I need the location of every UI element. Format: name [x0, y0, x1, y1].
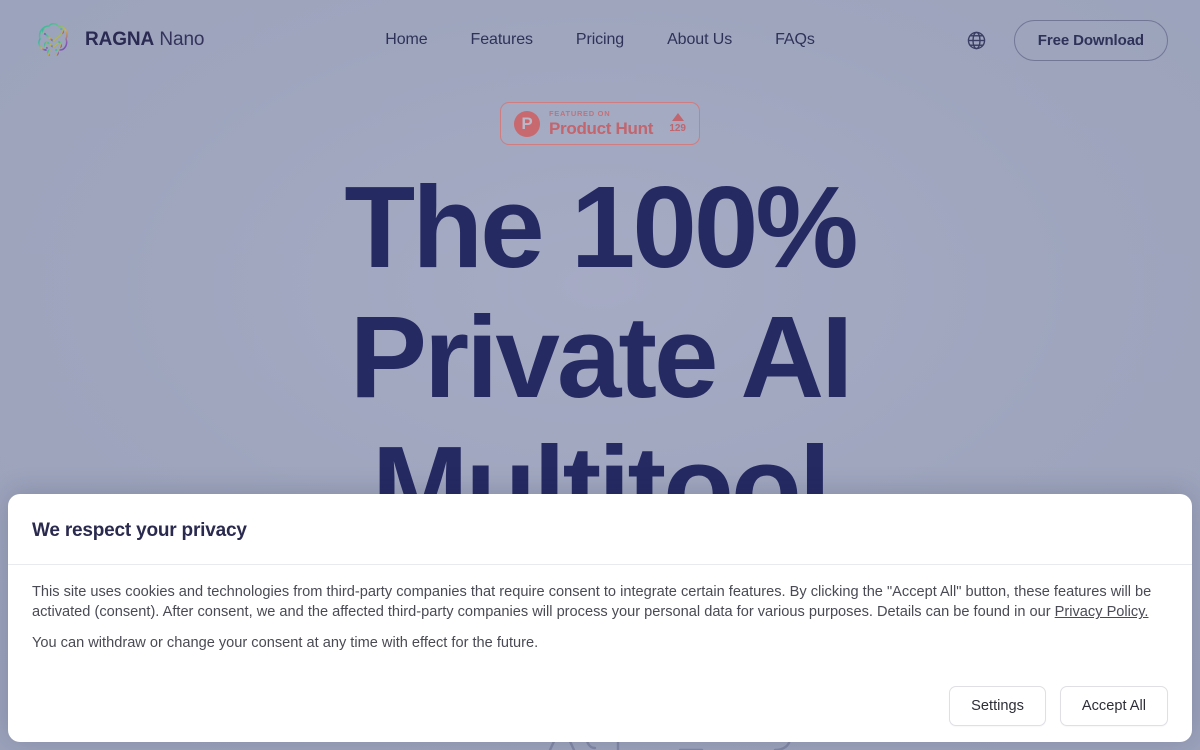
- product-hunt-upvote-count: 129: [669, 123, 686, 134]
- nav-item-home[interactable]: Home: [385, 31, 427, 49]
- free-download-button[interactable]: Free Download: [1013, 19, 1168, 61]
- product-hunt-logo-icon: P: [514, 110, 540, 137]
- cookie-settings-button[interactable]: Settings: [949, 686, 1046, 726]
- brand-name-bold: RAGNA: [85, 29, 155, 50]
- brand-logo-link[interactable]: RAGNA Nano: [32, 19, 332, 61]
- nav-item-pricing[interactable]: Pricing: [576, 31, 624, 49]
- brand-name: RAGNA Nano: [85, 29, 204, 51]
- privacy-policy-link[interactable]: Privacy Policy.: [1055, 604, 1149, 620]
- globe-icon[interactable]: [966, 29, 988, 51]
- product-hunt-name: Product Hunt: [549, 118, 654, 138]
- cookie-banner-body: This site uses cookies and technologies …: [32, 565, 1168, 686]
- cookie-banner-title: We respect your privacy: [32, 520, 247, 541]
- cookie-banner-paragraph-2: You can withdraw or change your consent …: [32, 635, 539, 652]
- cookie-banner-paragraph-1: This site uses cookies and technologies …: [32, 582, 1152, 622]
- nav-item-faqs[interactable]: FAQs: [775, 31, 815, 49]
- product-hunt-badge[interactable]: P FEATURED ON Product Hunt 129: [500, 102, 700, 145]
- product-hunt-upvotes: 129: [669, 113, 686, 134]
- header-right-actions: Free Download: [868, 19, 1168, 61]
- product-hunt-texts: FEATURED ON Product Hunt: [549, 110, 660, 137]
- cookie-banner-actions: Settings Accept All: [32, 686, 1168, 742]
- brain-tree-logo-icon: [38, 23, 68, 56]
- nav-item-features[interactable]: Features: [471, 31, 533, 49]
- triangle-up-icon: [671, 113, 684, 121]
- product-hunt-featured-label: FEATURED ON: [549, 109, 611, 119]
- cookie-consent-banner: We respect your privacy This site uses c…: [8, 494, 1192, 742]
- cookie-accept-all-button[interactable]: Accept All: [1059, 686, 1168, 726]
- main-navigation: Home Features Pricing About Us FAQs: [332, 31, 868, 49]
- nav-item-about-us[interactable]: About Us: [667, 31, 732, 49]
- site-header: RAGNA Nano Home Features Pricing About U…: [0, 0, 1200, 80]
- cookie-banner-paragraph-1-text: This site uses cookies and technologies …: [32, 584, 1152, 621]
- brand-name-light: Nano: [159, 29, 205, 50]
